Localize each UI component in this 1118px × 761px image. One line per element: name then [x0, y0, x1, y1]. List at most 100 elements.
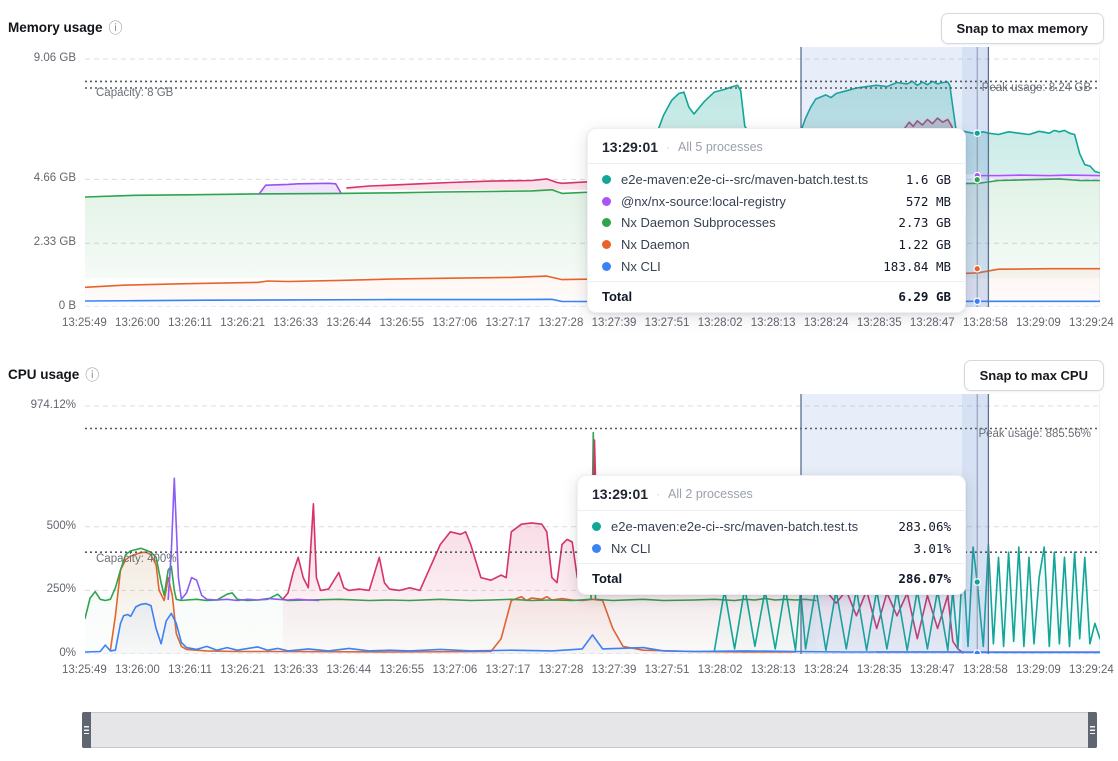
- x-axis-tick-label: 13:26:44: [326, 317, 371, 329]
- process-name: Nx Daemon Subprocesses: [621, 215, 898, 230]
- memory-tooltip-header: 13:29:01 · All 5 processes: [588, 129, 965, 164]
- hover-point-marker: [974, 177, 980, 183]
- x-axis-tick-label: 13:29:09: [1016, 317, 1061, 329]
- x-axis-tick-label: 13:29:09: [1016, 664, 1061, 676]
- x-axis-tick-label: 13:28:47: [910, 664, 955, 676]
- x-axis-tick-label: 13:28:13: [751, 664, 796, 676]
- tooltip-total-value: 286.07%: [898, 571, 951, 586]
- x-axis-tick-label: 13:28:24: [804, 317, 849, 329]
- cpu-tooltip-rows: e2e-maven:e2e-ci--src/maven-batch.test.t…: [578, 511, 965, 563]
- series-color-dot-icon: [592, 522, 601, 531]
- x-axis-tick-label: 13:27:17: [486, 317, 531, 329]
- process-name: Nx CLI: [611, 541, 913, 556]
- x-axis-tick-label: 13:26:11: [168, 664, 212, 676]
- x-axis-tick-label: 13:26:00: [115, 317, 160, 329]
- process-name: Nx CLI: [621, 259, 883, 274]
- cpu-tooltip-total-row: Total 286.07%: [578, 563, 965, 594]
- cpu-usage-section: CPU usage ⓘ Snap to max CPU 974.12% 500% 2…: [0, 347, 1118, 692]
- process-name: Nx Daemon: [621, 237, 898, 252]
- x-axis-tick-label: 13:25:49: [62, 317, 107, 329]
- info-icon[interactable]: ⓘ: [85, 368, 99, 382]
- x-axis-tick-label: 13:27:06: [432, 317, 477, 329]
- y-axis-tick-label: 0 B: [59, 300, 76, 312]
- tooltip-process-row: e2e-maven:e2e-ci--src/maven-batch.test.t…: [588, 169, 965, 191]
- process-value: 3.01%: [913, 541, 951, 556]
- process-value: 283.06%: [898, 519, 951, 534]
- y-axis-tick-label: 974.12%: [31, 399, 76, 411]
- x-axis-tick-label: 13:28:35: [857, 664, 902, 676]
- series-color-dot-icon: [592, 544, 601, 553]
- process-name: e2e-maven:e2e-ci--src/maven-batch.test.t…: [621, 172, 906, 187]
- y-axis-tick-label: 0%: [59, 647, 76, 659]
- x-axis-tick-label: 13:28:02: [698, 317, 743, 329]
- tooltip-subtitle: All 5 processes: [678, 140, 763, 154]
- tooltip-time: 13:29:01: [602, 139, 658, 155]
- tooltip-total-value: 6.29 GB: [898, 289, 951, 304]
- x-axis-tick-label: 13:26:21: [220, 317, 265, 329]
- series-color-dot-icon: [602, 175, 611, 184]
- process-name: @nx/nx-source:local-registry: [621, 194, 906, 209]
- tooltip-time: 13:29:01: [592, 486, 648, 502]
- tooltip-subtitle: All 2 processes: [668, 487, 753, 501]
- y-axis-tick-label: 4.66 GB: [34, 172, 76, 184]
- x-axis-tick-label: 13:27:51: [645, 664, 690, 676]
- memory-peak-annotation-label: Peak usage: 8.24 GB: [982, 82, 1091, 94]
- x-axis-tick-label: 13:27:28: [539, 317, 584, 329]
- y-axis-tick-label: 250%: [47, 583, 76, 595]
- process-value: 2.73 GB: [898, 215, 951, 230]
- y-axis-tick-label: 9.06 GB: [34, 52, 76, 64]
- tooltip-total-label: Total: [602, 289, 632, 304]
- info-icon[interactable]: ⓘ: [109, 21, 123, 35]
- x-axis-tick-label: 13:27:17: [486, 664, 531, 676]
- hover-point-marker: [974, 298, 980, 304]
- memory-usage-section: Memory usage ⓘ Snap to max memory 9.06 G…: [0, 0, 1118, 345]
- tooltip-process-row: Nx CLI3.01%: [578, 538, 965, 560]
- brush-handle-left[interactable]: [82, 712, 91, 748]
- tooltip-separator-dot: ·: [666, 140, 670, 154]
- x-axis-tick-label: 13:28:24: [804, 664, 849, 676]
- x-axis-tick-label: 13:29:24: [1069, 664, 1114, 676]
- hover-point-marker: [974, 650, 980, 654]
- y-axis-tick-label: 500%: [47, 520, 76, 532]
- x-axis-tick-label: 13:28:58: [963, 317, 1008, 329]
- x-axis-tick-label: 13:28:13: [751, 317, 796, 329]
- tooltip-process-row: Nx Daemon Subprocesses2.73 GB: [588, 212, 965, 234]
- tooltip-process-row: e2e-maven:e2e-ci--src/maven-batch.test.t…: [578, 516, 965, 538]
- series-color-dot-icon: [602, 262, 611, 271]
- x-axis-tick-label: 13:28:47: [910, 317, 955, 329]
- x-axis-tick-label: 13:26:44: [326, 664, 371, 676]
- cpu-chart-header: CPU usage ⓘ: [8, 359, 1118, 390]
- x-axis-tick-label: 13:27:06: [432, 664, 477, 676]
- x-axis-tick-label: 13:26:00: [115, 664, 160, 676]
- process-value: 1.22 GB: [898, 237, 951, 252]
- process-name: e2e-maven:e2e-ci--src/maven-batch.test.t…: [611, 519, 898, 534]
- x-axis-tick-label: 13:26:55: [379, 317, 424, 329]
- process-value: 572 MB: [906, 194, 951, 209]
- x-axis-tick-label: 13:27:51: [645, 317, 690, 329]
- tooltip-separator-dot: ·: [656, 487, 660, 501]
- memory-chart-title: Memory usage: [8, 20, 103, 35]
- series-color-dot-icon: [602, 240, 611, 249]
- x-axis-tick-label: 13:27:39: [592, 317, 637, 329]
- cpu-tooltip-header: 13:29:01 · All 2 processes: [578, 476, 965, 511]
- series-color-dot-icon: [602, 197, 611, 206]
- series-color-dot-icon: [602, 218, 611, 227]
- process-value: 183.84 MB: [883, 259, 951, 274]
- x-axis-tick-label: 13:29:24: [1069, 317, 1114, 329]
- timeline-range-brush[interactable]: [82, 712, 1097, 748]
- brush-handle-right[interactable]: [1088, 712, 1097, 748]
- snap-to-max-memory-button[interactable]: Snap to max memory: [941, 13, 1105, 44]
- nx-profiler-page: Memory usage ⓘ Snap to max memory 9.06 G…: [0, 0, 1118, 761]
- hover-point-marker: [974, 130, 980, 136]
- tooltip-process-row: @nx/nx-source:local-registry572 MB: [588, 191, 965, 213]
- memory-tooltip-rows: e2e-maven:e2e-ci--src/maven-batch.test.t…: [588, 164, 965, 281]
- snap-to-max-cpu-button[interactable]: Snap to max CPU: [964, 360, 1104, 391]
- hover-point-marker: [974, 266, 980, 272]
- x-axis-tick-label: 13:27:28: [539, 664, 584, 676]
- cpu-tooltip: 13:29:01 · All 2 processes e2e-maven:e2e…: [577, 475, 966, 595]
- x-axis-tick-label: 13:26:11: [168, 317, 212, 329]
- x-axis-tick-label: 13:28:02: [698, 664, 743, 676]
- x-axis-tick-label: 13:25:49: [62, 664, 107, 676]
- process-value: 1.6 GB: [906, 172, 951, 187]
- memory-y-axis: 9.06 GB4.66 GB2.33 GB0 B: [0, 47, 76, 307]
